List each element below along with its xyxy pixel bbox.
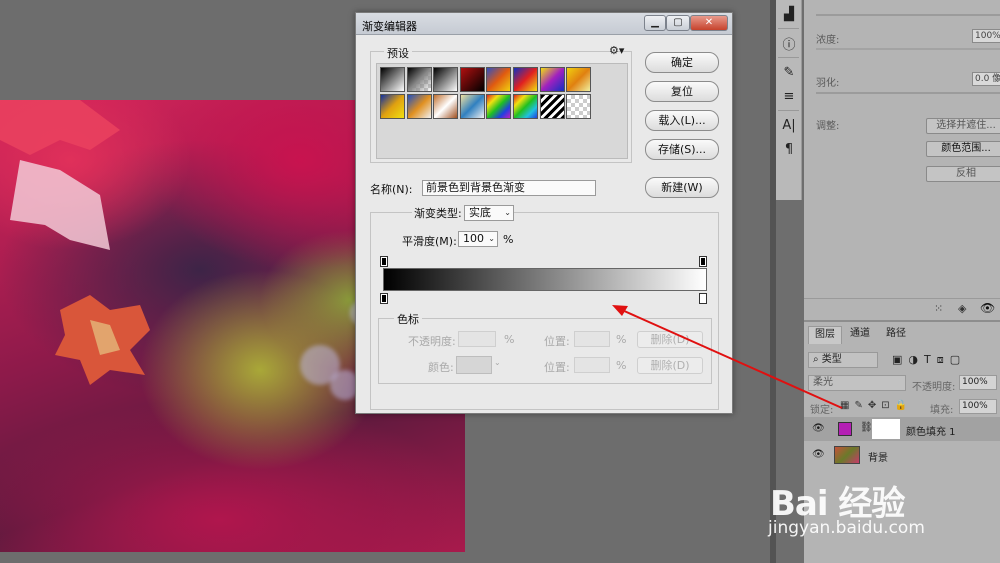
- baidu-jingyan-watermark: Bai 经验 jingyan.baidu.com: [768, 462, 1000, 542]
- watermark-url: jingyan.baidu.com: [768, 518, 925, 538]
